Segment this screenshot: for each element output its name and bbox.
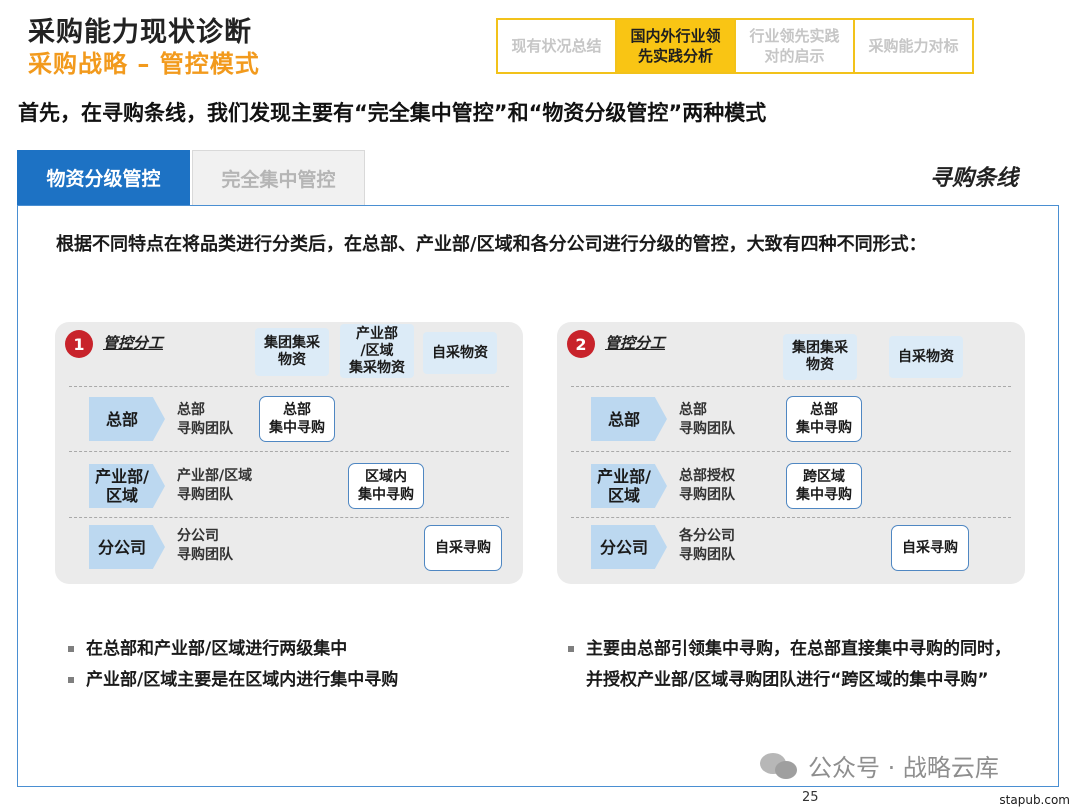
panel-tag: 寻购条线 [929, 166, 1018, 191]
watermark-text: 公众号 · 战略云库 [808, 754, 999, 782]
nav-tab-insights[interactable]: 行业领先实践 对的启示 [736, 20, 855, 72]
slide-subtitle: 采购战略 – 管控模式 [28, 50, 260, 78]
divider [571, 517, 1011, 518]
watermark: 公众号 · 战略云库 [760, 748, 999, 783]
model-card-2: 2 管控分工 集团集采 物资 自采物资 总部 总部 寻购团队 总部 集中寻购 产… [557, 322, 1025, 584]
method-box: 跨区域 集中寻购 [786, 463, 862, 509]
level-chevron-division: 产业部/ 区域 [591, 464, 667, 508]
team-label: 总部 寻购团队 [177, 402, 233, 437]
level-chevron-division: 产业部/ 区域 [89, 464, 165, 508]
team-label: 总部授权 寻购团队 [679, 468, 735, 503]
method-box: 总部 集中寻购 [259, 396, 335, 442]
divider [69, 386, 509, 387]
tab-full-centralized[interactable]: 完全集中管控 [192, 150, 365, 205]
bullets-model-1: 在总部和产业部/区域进行两级集中 产业部/区域主要是在区域内进行集中寻购 [66, 634, 526, 696]
team-label: 分公司 寻购团队 [177, 528, 233, 563]
level-chevron-branch: 分公司 [89, 525, 165, 569]
intro-text: 根据不同特点在将品类进行分类后，在总部、产业部/区域和各分公司进行分级的管控，大… [56, 234, 927, 255]
col-head-self-purchase: 自采物资 [889, 336, 963, 378]
col-head-group-purchase: 集团集采 物资 [255, 328, 329, 376]
col-head-self-purchase: 自采物资 [423, 332, 497, 374]
level-chevron-hq: 总部 [89, 397, 165, 441]
method-box: 自采寻购 [891, 525, 969, 571]
nav-tab-current-summary[interactable]: 现有状况总结 [498, 20, 617, 72]
method-box: 总部 集中寻购 [786, 396, 862, 442]
team-label: 总部 寻购团队 [679, 402, 735, 437]
wechat-icon [760, 751, 800, 781]
number-badge: 1 [65, 330, 93, 358]
col-head-division-purchase: 产业部 /区域 集采物资 [340, 324, 414, 378]
team-label: 产业部/区域 寻购团队 [177, 468, 253, 503]
divider [69, 517, 509, 518]
mgmt-label: 管控分工 [605, 334, 666, 352]
nav-tab-industry-practice[interactable]: 国内外行业领 先实践分析 [617, 20, 736, 72]
divider [571, 451, 1011, 452]
mgmt-label: 管控分工 [103, 334, 164, 352]
bullet-item: 在总部和产业部/区域进行两级集中 [66, 634, 526, 665]
method-box: 区域内 集中寻购 [348, 463, 424, 509]
bullet-item: 主要由总部引领集中寻购，在总部直接集中寻购的同时，并授权产业部/区域寻购团队进行… [566, 634, 1026, 696]
tab-graded-control[interactable]: 物资分级管控 [17, 150, 190, 205]
method-box: 自采寻购 [424, 525, 502, 571]
number-badge: 2 [567, 330, 595, 358]
level-chevron-branch: 分公司 [591, 525, 667, 569]
nav-tab-benchmark[interactable]: 采购能力对标 [855, 20, 972, 72]
divider [69, 451, 509, 452]
page-number: 25 [802, 790, 819, 805]
divider [571, 386, 1011, 387]
model-card-1: 1 管控分工 集团集采 物资 产业部 /区域 集采物资 自采物资 总部 总部 寻… [55, 322, 523, 584]
bullets-model-2: 主要由总部引领集中寻购，在总部直接集中寻购的同时，并授权产业部/区域寻购团队进行… [566, 634, 1026, 696]
col-head-group-purchase: 集团集采 物资 [783, 334, 857, 380]
source-label: stapub.com [999, 793, 1070, 807]
headline: 首先，在寻购条线，我们发现主要有“完全集中管控”和“物资分级管控”两种模式 [18, 101, 767, 125]
section-nav: 现有状况总结 国内外行业领 先实践分析 行业领先实践 对的启示 采购能力对标 [496, 18, 974, 74]
bullet-item: 产业部/区域主要是在区域内进行集中寻购 [66, 665, 526, 696]
team-label: 各分公司 寻购团队 [679, 528, 735, 563]
level-chevron-hq: 总部 [591, 397, 667, 441]
